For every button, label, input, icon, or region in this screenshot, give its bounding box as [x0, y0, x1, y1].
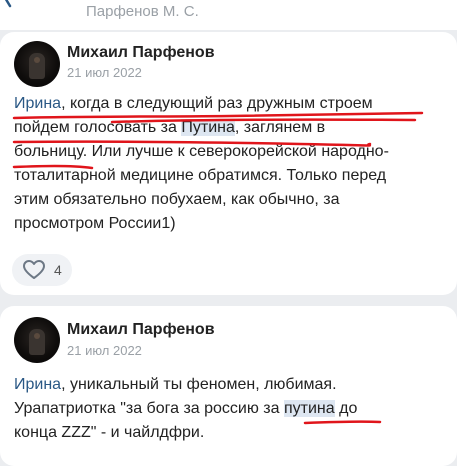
like-button[interactable]: 4 [12, 254, 72, 286]
search-highlight: путина [283, 400, 335, 417]
comment-line: Ирина, когда в следующий раз дружным стр… [14, 92, 446, 116]
text-segment: пойдем голосовать за [14, 119, 182, 136]
text-segment: конца ZZZ" - и чайлдфри. [14, 424, 205, 441]
text-segment: больницу. Или лучше к северокорейской на… [14, 143, 389, 160]
comment-line: больницу. Или лучше к северокорейской на… [14, 140, 446, 164]
comment-line: тоталитарной медицине обратимся. Только … [14, 164, 446, 188]
avatar[interactable] [14, 317, 60, 363]
comment-date: 21 июл 2022 [67, 65, 142, 80]
text-segment: , уникальный ты феномен, любимая. [61, 376, 337, 393]
comment-text: Ирина, когда в следующий раз дружным стр… [14, 92, 446, 236]
comment-line: просмотром России1) [14, 212, 446, 236]
mention-link[interactable]: Ирина [14, 376, 61, 393]
text-segment: этим обязательно побухаем, как обычно, з… [14, 191, 340, 208]
mention-link[interactable]: Ирина [14, 95, 61, 112]
back-arrow-icon[interactable] [0, 0, 24, 10]
heart-icon [23, 260, 45, 279]
text-segment: , заглянем в [234, 119, 326, 136]
comment-card: Михаил Парфенов 21 июл 2022 Ирина, уника… [0, 306, 457, 466]
search-highlight: Путина [181, 119, 235, 136]
comment-line: этим обязательно побухаем, как обычно, з… [14, 188, 446, 212]
comment-card: Михаил Парфенов 21 июл 2022 Ирина, когда… [0, 32, 457, 295]
comment-author[interactable]: Михаил Парфенов [67, 44, 215, 62]
text-segment: просмотром России1) [14, 215, 176, 232]
text-segment: тоталитарной медицине обратимся. Только … [14, 167, 387, 184]
comment-date: 21 июл 2022 [67, 343, 142, 358]
page-title: Парфенов М. С. [86, 3, 199, 20]
comment-line: пойдем голосовать за Путина, заглянем в [14, 116, 446, 140]
top-bar: Парфенов М. С. [0, 0, 457, 30]
text-segment: до [334, 400, 358, 417]
avatar[interactable] [14, 41, 60, 87]
comment-line: конца ZZZ" - и чайлдфри. [14, 421, 446, 445]
comment-line: Ирина, уникальный ты феномен, любимая. [14, 373, 446, 397]
comment-line: Урапатриотка "за бога за россию за путин… [14, 397, 446, 421]
text-segment: , когда в следующий раз дружным строем [61, 95, 373, 112]
comment-author[interactable]: Михаил Парфенов [67, 321, 215, 339]
text-segment: Урапатриотка "за бога за россию за [14, 400, 284, 417]
comment-text: Ирина, уникальный ты феномен, любимая. У… [14, 373, 446, 445]
like-count: 4 [54, 262, 62, 278]
